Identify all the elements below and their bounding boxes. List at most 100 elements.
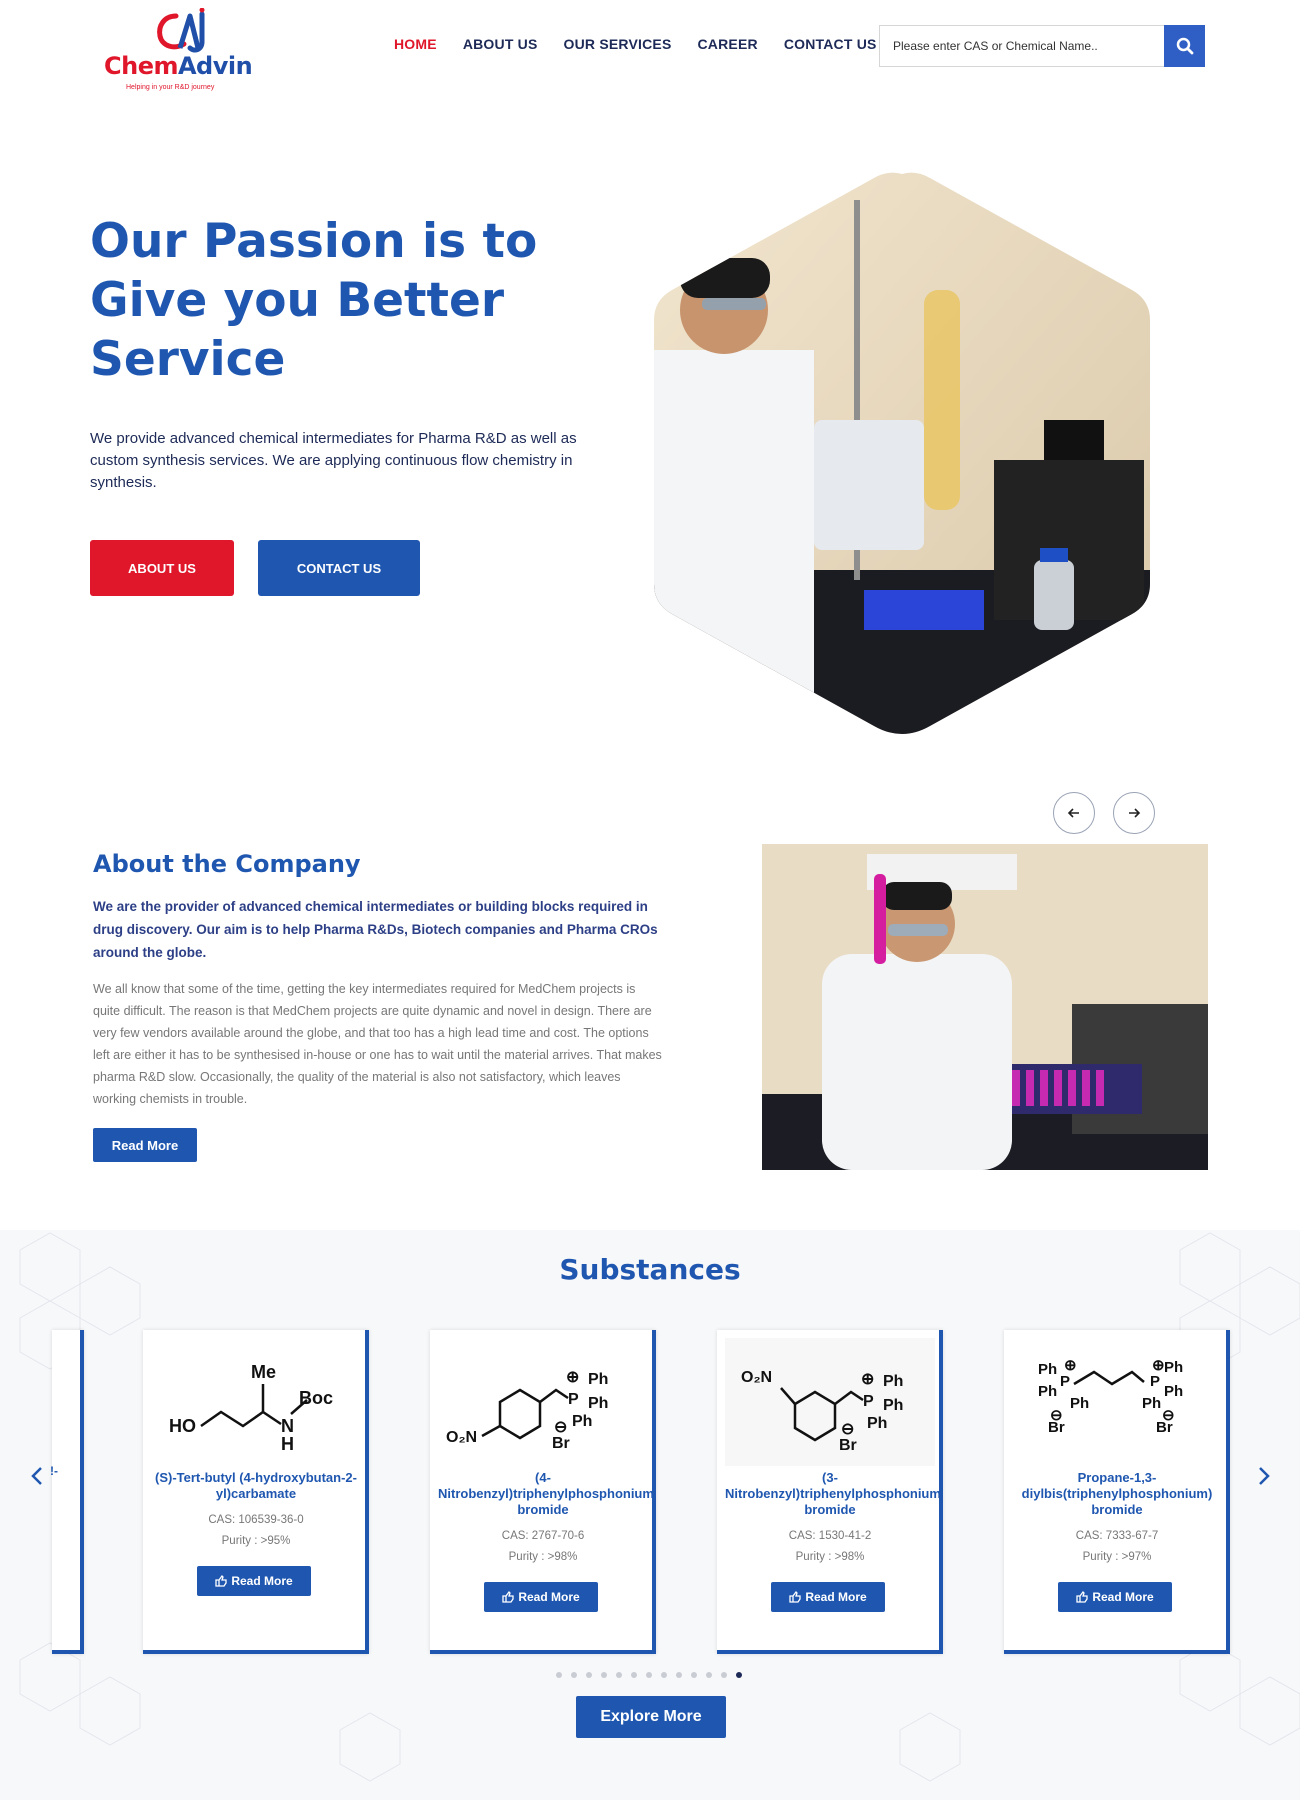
carousel-prev-button[interactable] [1053, 792, 1095, 834]
svg-text:⊕: ⊕ [566, 1369, 579, 1386]
hero-about-button[interactable]: ABOUT US [90, 540, 234, 596]
svg-text:Ph: Ph [1070, 1395, 1089, 1412]
svg-text:⊖: ⊖ [1050, 1407, 1063, 1424]
substance-read-more-button[interactable]: Read More [1058, 1582, 1172, 1612]
svg-text:Br: Br [552, 1435, 570, 1452]
substance-name[interactable]: (3-Nitrobenzyl)triphenylphosphonium brom… [725, 1470, 941, 1518]
pagination-dot[interactable] [721, 1672, 727, 1678]
svg-text:N: N [281, 1416, 294, 1436]
pagination-dot[interactable] [646, 1672, 652, 1678]
svg-text:Ph: Ph [588, 1395, 608, 1412]
svg-text:Ph: Ph [1038, 1361, 1057, 1378]
nav-home[interactable]: HOME [394, 36, 437, 52]
substance-name[interactable]: (S)-Tert-butyl (4-hydroxybutan-2-yl)carb… [151, 1470, 361, 1502]
substance-cas: CAS: 2767-70-6 [501, 1530, 585, 1542]
svg-text:P: P [1060, 1373, 1070, 1390]
read-more-label: Read More [805, 1590, 867, 1604]
nav-contact-us[interactable]: CONTACT US [784, 36, 877, 52]
nav-career[interactable]: CAREER [697, 36, 757, 52]
chevron-left-icon [31, 1467, 42, 1485]
svg-text:Ph: Ph [1038, 1383, 1057, 1400]
svg-text:P: P [863, 1393, 874, 1410]
pagination-dot[interactable] [586, 1672, 592, 1678]
svg-text:Ph: Ph [588, 1371, 608, 1388]
pagination-dot[interactable] [556, 1672, 562, 1678]
substance-card: O₂N P Ph Ph Ph Br ⊕ ⊖ (4-Nitrobenzyl)tripheny… [430, 1330, 656, 1654]
chemical-structure-image: PhPhP PhBr PPhPh PhBr ⊕ ⊕ ⊖ ⊖ [1038, 1357, 1183, 1436]
read-more-label: Read More [1092, 1590, 1154, 1604]
pagination-dot[interactable] [616, 1672, 622, 1678]
chemical-structure-image: HO Me NH Boc [169, 1362, 333, 1454]
svg-text:⊕: ⊕ [1152, 1357, 1165, 1374]
pagination-dot[interactable] [736, 1672, 742, 1678]
substance-name[interactable]: (4-Nitrobenzyl)triphenylphosphonium brom… [438, 1470, 654, 1518]
substance-purity: Purity : >98% [795, 1551, 865, 1563]
pagination-dot[interactable] [601, 1672, 607, 1678]
substance-card: HO Me NH Boc (S)-Tert-butyl (4-hydroxybut… [143, 1330, 369, 1654]
pagination-dot[interactable] [661, 1672, 667, 1678]
pagination-dot[interactable] [691, 1672, 697, 1678]
thumb-pointer-icon [789, 1591, 801, 1603]
pagination-dot[interactable] [631, 1672, 637, 1678]
svg-text:H: H [281, 1434, 294, 1454]
svg-text:P: P [568, 1391, 579, 1408]
search-button[interactable] [1164, 25, 1205, 67]
pagination-dot[interactable] [676, 1672, 682, 1678]
site-header: ChemAdvin Helping in your R&D journey HO… [0, 0, 1300, 92]
svg-text:Ph: Ph [1164, 1383, 1183, 1400]
svg-text:Ph: Ph [867, 1415, 887, 1432]
svg-text:Ph: Ph [1164, 1359, 1183, 1376]
nav-about-us[interactable]: ABOUT US [463, 36, 538, 52]
logo-mark-icon [157, 8, 205, 53]
svg-text:P: P [1150, 1373, 1160, 1390]
search-input[interactable] [879, 25, 1164, 67]
substance-read-more-button[interactable]: Read More [484, 1582, 598, 1612]
about-body-text: We all know that some of the time, getti… [93, 982, 662, 1106]
svg-text:Ph: Ph [883, 1397, 903, 1414]
carousel-pagination [556, 1672, 742, 1678]
substance-card: O₂N P Ph Ph Ph Br ⊕ ⊖ (3-Nitrobenzyl)tripheny… [717, 1330, 943, 1654]
svg-text:HO: HO [169, 1416, 196, 1436]
about-title: About the Company [93, 850, 361, 878]
explore-more-button[interactable]: Explore More [576, 1696, 726, 1738]
substances-title: Substances [559, 1253, 741, 1286]
main-nav: HOME ABOUT US OUR SERVICES CAREER CONTAC… [394, 36, 877, 52]
substance-read-more-button[interactable]: Read More [197, 1566, 311, 1596]
about-read-more-button[interactable]: Read More [93, 1128, 197, 1162]
pagination-dot[interactable] [571, 1672, 577, 1678]
pagination-dot[interactable] [706, 1672, 712, 1678]
chemical-structure-image: O₂NP PhPhPh Br⊕⊖ [725, 1338, 935, 1466]
substances-next-button[interactable] [1257, 1465, 1271, 1494]
arrow-left-icon [1067, 808, 1079, 818]
hero-description: We provide advanced chemical intermediat… [90, 430, 577, 491]
nav-our-services[interactable]: OUR SERVICES [564, 36, 672, 52]
substance-cas: CAS: 1530-41-2 [788, 1530, 872, 1542]
svg-text:Boc: Boc [299, 1388, 333, 1408]
substance-purity: Purity : >97% [1082, 1551, 1152, 1563]
svg-text:⊖: ⊖ [841, 1421, 854, 1438]
arrow-right-icon [1129, 808, 1141, 818]
substance-name[interactable]: Propane-1,3-diylbis(triphenylphosphonium… [1012, 1470, 1222, 1518]
chemadvin-logo[interactable]: ChemAdvin Helping in your R&D journey [104, 8, 264, 91]
substances-prev-button[interactable] [30, 1465, 44, 1494]
svg-text:Ph: Ph [883, 1373, 903, 1390]
svg-text:⊖: ⊖ [1162, 1407, 1175, 1424]
search-bar [879, 25, 1205, 67]
svg-text:Ph: Ph [572, 1413, 592, 1430]
carousel-next-button[interactable] [1113, 792, 1155, 834]
about-lab-image [762, 844, 1208, 1170]
svg-text:Ph: Ph [1142, 1395, 1161, 1412]
search-icon [1176, 37, 1193, 55]
about-lead-text: We are the provider of advanced chemical… [93, 899, 658, 960]
substance-cas: CAS: 106539-36-0 [208, 1514, 304, 1526]
substance-card: Ph Ph P Ph Br P Ph Ph Ph Br ⊕ ⊕ ⊖ ⊖ Propane-1,3-… [1004, 1330, 1230, 1654]
substance-cas: CAS: 7333-67-7 [1075, 1530, 1159, 1542]
hero-title: Our Passion is to Give you Better Servic… [90, 214, 538, 387]
hero-contact-button[interactable]: CONTACT US [258, 540, 420, 596]
svg-text:O₂N: O₂N [446, 1429, 477, 1446]
thumb-pointer-icon [502, 1591, 514, 1603]
substance-read-more-button[interactable]: Read More [771, 1582, 885, 1612]
hero-lab-image [654, 172, 1150, 734]
svg-text:⊕: ⊕ [861, 1371, 874, 1388]
svg-text:Me: Me [251, 1362, 276, 1382]
